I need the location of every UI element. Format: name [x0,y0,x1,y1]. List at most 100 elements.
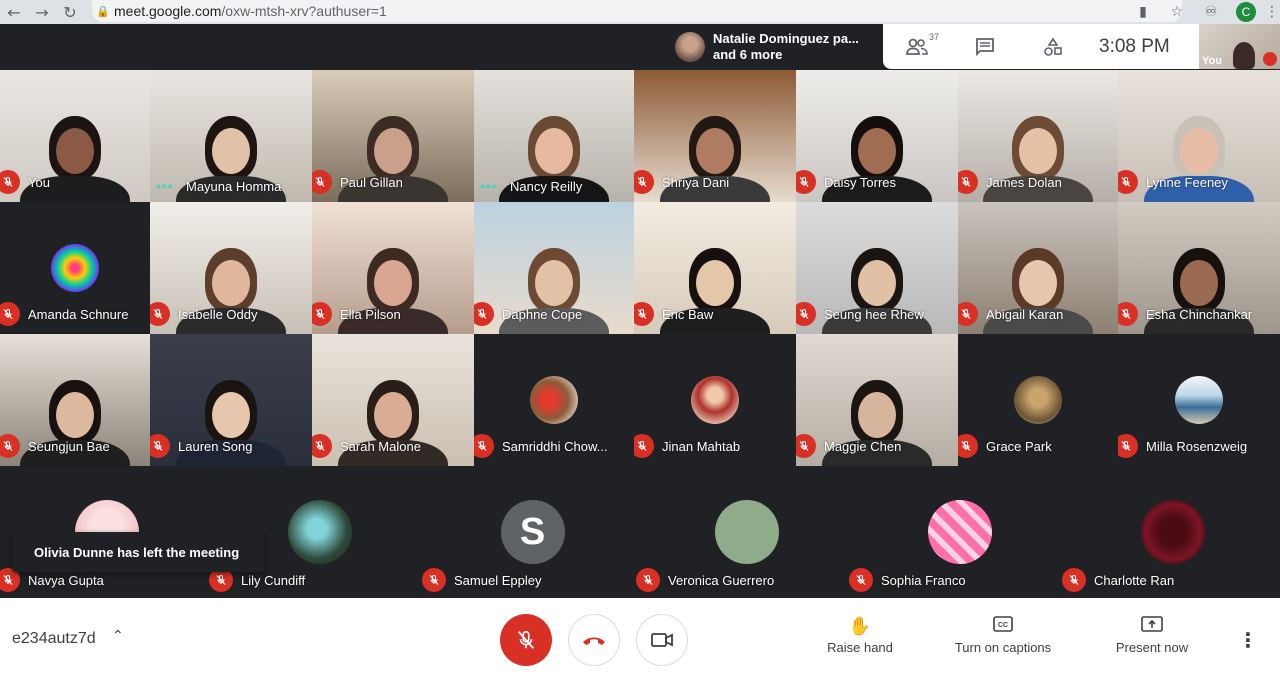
participant-tile[interactable]: Jinan Mahtab [634,334,796,466]
participant-name: Esha Chinchankar [1146,306,1253,322]
mic-off-icon [958,302,978,326]
participant-tile[interactable]: Seungjun Bae [0,334,150,466]
participant-tile[interactable]: Daphne Cope [474,202,634,334]
reload-icon[interactable]: ↻ [56,0,84,24]
participant-tile[interactable]: Seung hee Rhew [796,202,958,334]
participant-name: Amanda Schnure [28,306,129,322]
participant-label: Milla Rosenzweig [1118,434,1247,458]
mic-off-icon [0,170,20,194]
participant-face [1180,260,1218,306]
camera-toggle-button[interactable] [636,614,688,666]
mic-off-icon [958,170,978,194]
participant-tile[interactable]: Lauren Song [150,334,312,466]
participant-label: Daisy Torres [796,170,896,194]
participant-tile[interactable]: ••• Mayuna Homma [150,70,312,202]
participant-tile[interactable]: Veronica Guerrero [636,470,853,598]
participant-tile[interactable]: Sophia Franco [849,470,1066,598]
participant-tile[interactable]: Eric Baw [634,202,796,334]
participant-name: Nancy Reilly [510,178,583,194]
notification-avatar [675,31,705,62]
participant-face [1019,128,1057,174]
chat-button[interactable] [951,24,1019,69]
participant-face [858,128,896,174]
participant-tile[interactable]: Amanda Schnure [0,202,150,334]
participant-avatar [691,376,739,424]
mic-off-icon [634,170,654,194]
participant-label: Esha Chinchankar [1118,302,1252,326]
present-now-label: Present now [1115,640,1189,655]
participant-face [1019,260,1057,306]
participant-tile[interactable]: Shriya Dani [634,70,796,202]
participant-label: Lauren Song [150,434,252,458]
participant-label: Lynne Feeney [1118,170,1228,194]
join-notification[interactable]: Natalie Dominguez pa... and 6 more [667,24,883,69]
participant-tile[interactable]: Abigail Karan [958,202,1118,334]
participant-tile[interactable]: Ella Pilson [312,202,474,334]
self-view-thumbnail[interactable]: You [1199,24,1280,69]
self-view-label: You [1202,55,1222,67]
people-icon [906,38,928,55]
profile-avatar[interactable]: C [1236,2,1256,22]
raise-hand-button[interactable]: ✋ Raise hand [826,616,894,655]
participant-tile[interactable]: Daisy Torres [796,70,958,202]
participant-tile[interactable]: Lynne Feeney [1118,70,1280,202]
participant-name: Navya Gupta [28,572,104,588]
extensions-icon[interactable]: ♾ [1194,4,1228,20]
activities-button[interactable] [1019,24,1087,69]
participant-label: Grace Park [958,434,1052,458]
participant-face [696,260,734,306]
meeting-code[interactable]: e234autz7d [12,630,96,648]
more-options-icon[interactable]: ⋮ [1238,628,1258,652]
participant-tile[interactable]: Grace Park [958,334,1118,466]
leave-call-button[interactable] [568,614,620,666]
participant-face [56,392,94,438]
participant-tile[interactable]: You [0,70,150,202]
participant-label: Veronica Guerrero [636,568,774,592]
meeting-clock: 3:08 PM [1099,35,1170,57]
notification-line1: Natalie Dominguez pa... [713,30,859,46]
video-camera-icon [651,633,673,647]
participant-tile[interactable]: Samriddhi Chow... [474,334,634,466]
mic-off-icon [312,434,332,458]
participant-tile[interactable]: Milla Rosenzweig [1118,334,1280,466]
back-icon[interactable]: ← [0,0,28,24]
speaking-indicator-icon: ••• [480,178,498,194]
bookmark-star-icon[interactable]: ☆ [1160,4,1194,20]
participant-label: Sarah Malone [312,434,421,458]
participant-label: James Dolan [958,170,1062,194]
camera-icon[interactable]: ▮ [1126,4,1160,20]
participant-tile[interactable]: James Dolan [958,70,1118,202]
participant-avatar [530,376,578,424]
participant-tile[interactable]: Charlotte Ran [1062,470,1279,598]
participant-face [858,260,896,306]
participant-face [535,128,573,174]
microphone-toggle-button[interactable] [500,614,552,666]
mic-off-icon [0,302,20,326]
participant-name: Lynne Feeney [1146,174,1228,190]
participant-tile[interactable]: Esha Chinchankar [1118,202,1280,334]
address-bar[interactable]: 🔒 meet.google.com/oxw-mtsh-xrv?authuser=… [92,0,1182,22]
mic-off-icon [796,434,816,458]
participant-label: Seungjun Bae [0,434,110,458]
participant-label: Maggie Chen [796,434,901,458]
participant-face [535,260,573,306]
participant-face [56,128,94,174]
present-now-button[interactable]: Present now [1112,616,1192,655]
chevron-up-icon[interactable]: ⌃ [112,628,124,644]
participant-tile[interactable]: ••• Nancy Reilly [474,70,634,202]
participant-tile[interactable]: S Samuel Eppley [422,470,639,598]
participant-label: Paul Gillan [312,170,403,194]
lock-icon: 🔒 [96,4,110,18]
participant-tile[interactable]: Maggie Chen [796,334,958,466]
participant-name: Shriya Dani [662,174,730,190]
mic-off-icon [796,170,816,194]
people-button[interactable]: 37 [883,24,951,69]
browser-menu-icon[interactable]: ⋮ [1264,4,1280,20]
participant-tile[interactable]: Paul Gillan [312,70,474,202]
participant-tile[interactable]: Sarah Malone [312,334,474,466]
forward-icon[interactable]: → [28,0,56,24]
captions-button[interactable]: CC Turn on captions [950,616,1056,655]
mic-off-icon [150,434,170,458]
participant-tile[interactable]: Isabelle Oddy [150,202,312,334]
participant-label: Eric Baw [634,302,713,326]
